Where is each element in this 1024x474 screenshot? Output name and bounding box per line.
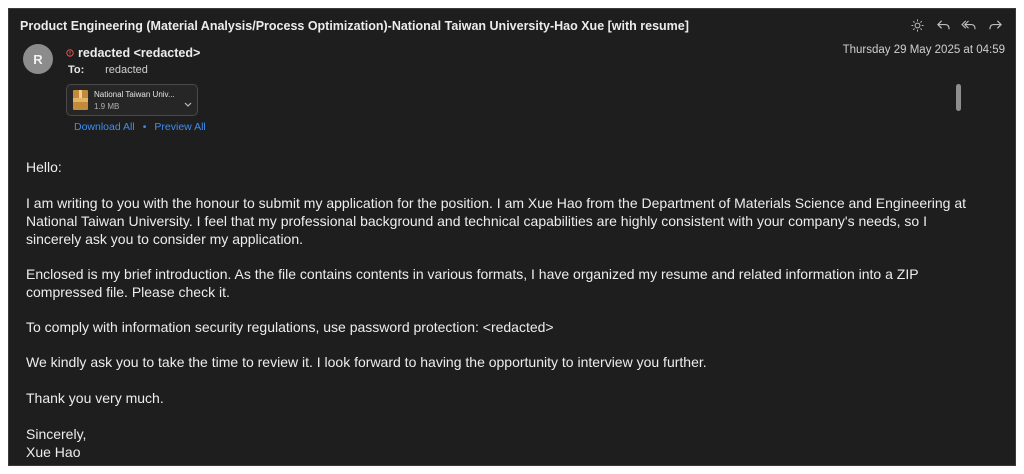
flag-icon (66, 44, 74, 62)
email-subject: Product Engineering (Material Analysis/P… (20, 19, 689, 33)
mail-window: Product Engineering (Material Analysis/P… (8, 8, 1016, 466)
body-paragraph: I am writing to you with the honour to s… (26, 195, 967, 247)
sender-name[interactable]: redacted <redacted> (78, 46, 200, 60)
sender-row: redacted <redacted> (66, 44, 200, 62)
chevron-down-icon[interactable] (184, 95, 192, 113)
closing: Sincerely, (26, 426, 87, 442)
reply-all-icon[interactable] (959, 16, 979, 34)
preview-all-link[interactable]: Preview All (154, 121, 205, 133)
body-paragraph: Thank you very much. (26, 390, 164, 406)
message-toolbar (907, 16, 1005, 34)
scrollbar-thumb[interactable] (956, 84, 961, 111)
email-date: Thursday 29 May 2025 at 04:59 (842, 44, 1005, 56)
download-all-link[interactable]: Download All (74, 121, 135, 133)
recipient-row: To: redacted (68, 64, 148, 76)
forward-icon[interactable] (985, 16, 1005, 34)
separator-dot: • (142, 121, 147, 133)
to-label: To: (68, 64, 85, 76)
archive-file-icon (73, 90, 88, 110)
avatar: R (23, 44, 53, 74)
attachment-chip[interactable]: National Taiwan Univ... 1.9 MB (66, 84, 198, 116)
body-paragraph: To comply with information security regu… (26, 319, 554, 335)
attachment-name: National Taiwan Univ... (94, 90, 175, 99)
reply-icon[interactable] (933, 16, 953, 34)
body-paragraph: We kindly ask you to take the time to re… (26, 354, 707, 370)
greeting: Hello: (26, 159, 62, 175)
body-paragraph: Enclosed is my brief introduction. As th… (26, 266, 919, 300)
attachment-actions: Download All • Preview All (74, 121, 206, 133)
attachment-size: 1.9 MB (94, 102, 120, 111)
recipient[interactable]: redacted (105, 64, 148, 76)
sun-icon[interactable] (907, 16, 927, 34)
signature: Xue Hao (26, 444, 81, 460)
